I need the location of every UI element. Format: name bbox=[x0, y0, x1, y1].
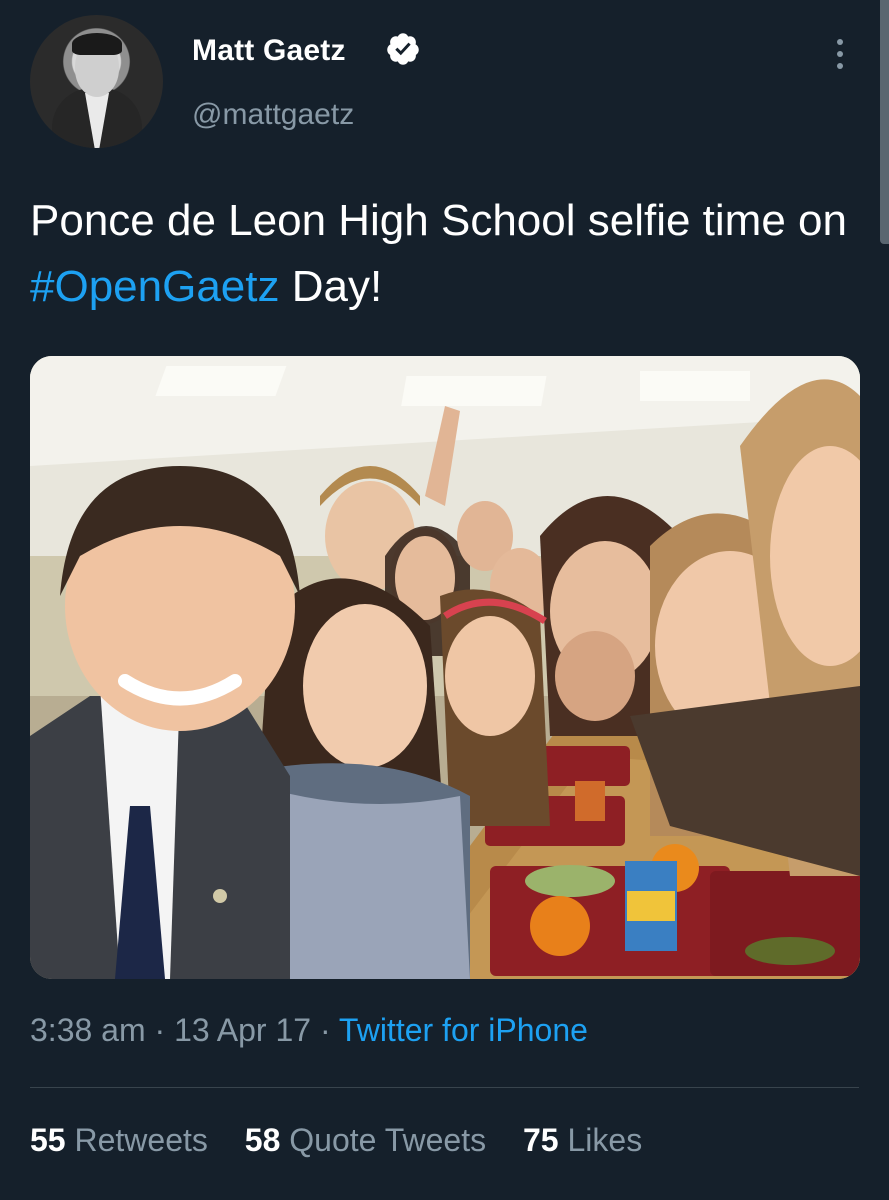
retweets-count: 55 bbox=[30, 1122, 66, 1158]
meta-separator: · bbox=[145, 1012, 175, 1048]
tweet-source-link[interactable]: Twitter for iPhone bbox=[339, 1012, 588, 1048]
quote-tweets-count: 58 bbox=[244, 1122, 281, 1158]
likes-count: 75 bbox=[523, 1122, 559, 1158]
more-dot bbox=[837, 39, 843, 45]
more-vertical-icon[interactable] bbox=[822, 36, 858, 72]
likes-stat[interactable]: 75 Likes bbox=[523, 1122, 642, 1158]
scrollbar[interactable] bbox=[880, 0, 889, 244]
tweet-detail-view: Matt Gaetz @mattgaetz Ponce de Leon High… bbox=[0, 0, 889, 1200]
more-dot bbox=[837, 51, 843, 57]
verified-badge-icon bbox=[387, 33, 419, 65]
author-handle[interactable]: @mattgaetz bbox=[192, 98, 354, 132]
avatar[interactable] bbox=[30, 15, 163, 148]
tweet-text-before: Ponce de Leon High School selfie time on bbox=[30, 196, 847, 245]
tweet-stats: 55 Retweets 58 Quote Tweets 75 Likes bbox=[30, 1122, 670, 1159]
likes-label: Likes bbox=[567, 1122, 643, 1158]
quote-tweets-stat[interactable]: 58 Quote Tweets bbox=[245, 1122, 486, 1158]
tweet-text-after: Day! bbox=[279, 262, 383, 311]
avatar-hair bbox=[72, 33, 122, 55]
tweet-date[interactable]: 13 Apr 17 bbox=[174, 1012, 311, 1048]
author-name[interactable]: Matt Gaetz bbox=[192, 34, 346, 68]
more-dot bbox=[837, 63, 843, 69]
retweets-stat[interactable]: 55 Retweets bbox=[30, 1122, 208, 1158]
selfie-photo-illustration bbox=[30, 356, 860, 979]
quote-tweets-label: Quote Tweets bbox=[289, 1122, 487, 1158]
tweet-photo[interactable] bbox=[30, 356, 860, 979]
divider bbox=[30, 1087, 859, 1088]
meta-separator: · bbox=[311, 1012, 339, 1048]
tweet-time[interactable]: 3:38 am bbox=[30, 1012, 146, 1048]
retweets-label: Retweets bbox=[74, 1122, 208, 1158]
hashtag-link[interactable]: #OpenGaetz bbox=[30, 262, 280, 311]
tweet-text: Ponce de Leon High School selfie time on… bbox=[30, 188, 860, 320]
tweet-meta: 3:38 am · 13 Apr 17 · Twitter for iPhone bbox=[30, 1012, 588, 1049]
